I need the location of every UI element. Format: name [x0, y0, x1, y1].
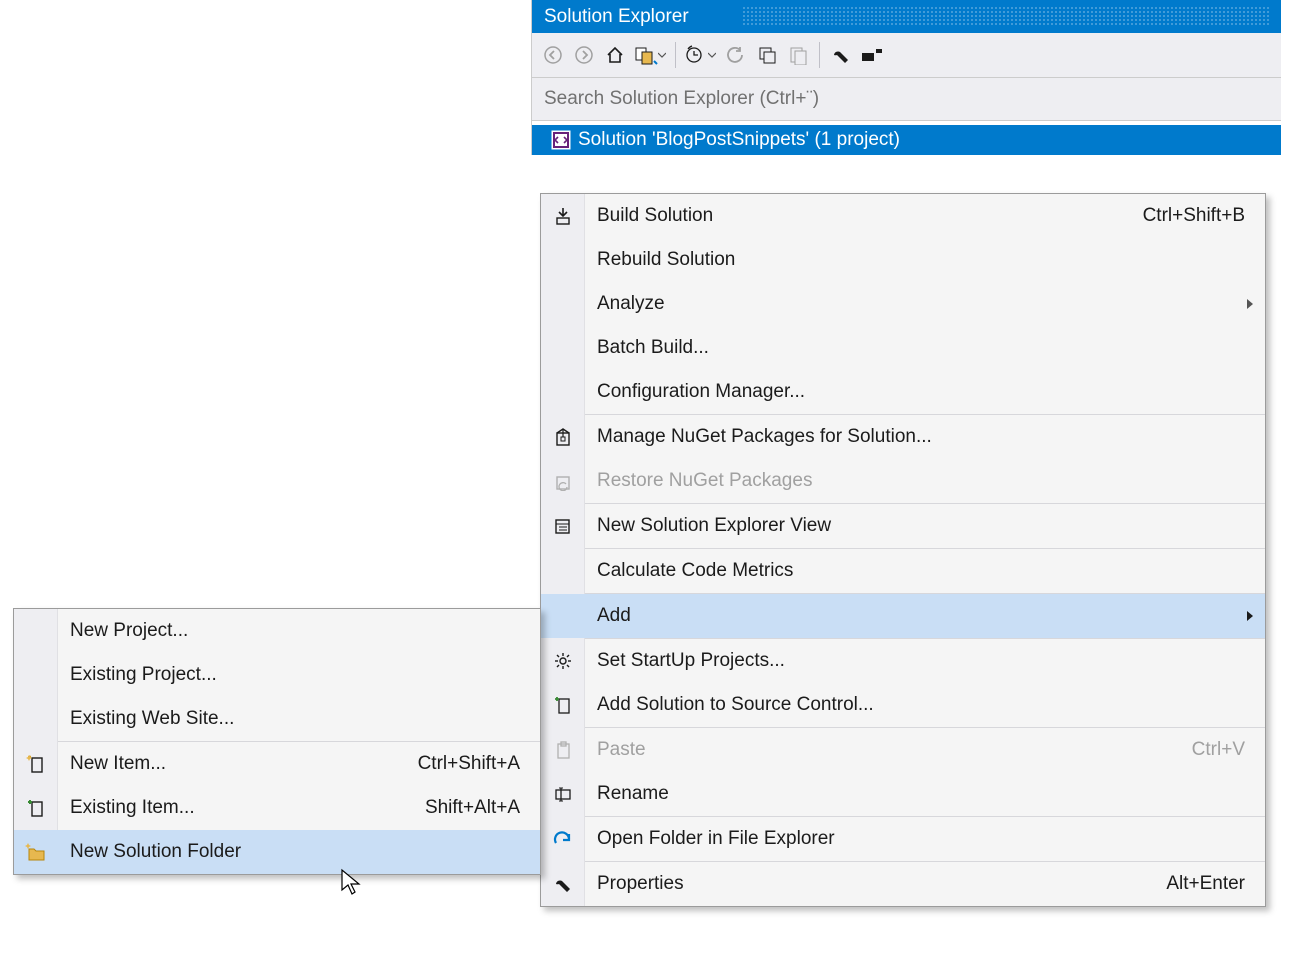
- menu-item-shortcut: Ctrl+Shift+A: [418, 753, 520, 775]
- solution-label: Solution 'BlogPostSnippets' (1 project): [578, 129, 900, 151]
- menu-item-shortcut: Ctrl+Shift+B: [1143, 205, 1245, 227]
- menu-item-label: New Project...: [70, 620, 520, 642]
- search-box[interactable]: Search Solution Explorer (Ctrl+¨): [532, 78, 1281, 121]
- open-folder-icon: [541, 817, 585, 861]
- menu-item-add-solution-to-source-control[interactable]: Add Solution to Source Control...: [541, 683, 1265, 727]
- menu-item-label: Paste: [597, 739, 1192, 761]
- gear-icon: [541, 639, 585, 683]
- menu-item-restore-nuget-packages: Restore NuGet Packages: [541, 459, 1265, 503]
- panel-title-bar[interactable]: Solution Explorer: [532, 0, 1281, 33]
- menu-item-new-item[interactable]: New Item...Ctrl+Shift+A: [14, 742, 540, 786]
- show-all-files-icon[interactable]: [783, 40, 813, 70]
- menu-item-label: Build Solution: [597, 205, 1143, 227]
- preview-icon[interactable]: [857, 40, 887, 70]
- solution-tree: Solution 'BlogPostSnippets' (1 project): [532, 121, 1281, 155]
- menu-item-rename[interactable]: Rename: [541, 772, 1265, 816]
- menu-item-label: Restore NuGet Packages: [597, 470, 1245, 492]
- menu-item-calculate-code-metrics[interactable]: Calculate Code Metrics: [541, 549, 1265, 593]
- toolbar-separator: [675, 42, 676, 68]
- properties-icon[interactable]: [826, 40, 856, 70]
- menu-item-rebuild-solution[interactable]: Rebuild Solution: [541, 238, 1265, 282]
- menu-item-open-folder-in-file-explorer[interactable]: Open Folder in File Explorer: [541, 817, 1265, 861]
- toolbar-separator: [819, 42, 820, 68]
- menu-item-shortcut: Ctrl+V: [1192, 739, 1245, 761]
- solution-explorer-panel: Solution Explorer: [531, 0, 1281, 155]
- menu-item-batch-build[interactable]: Batch Build...: [541, 326, 1265, 370]
- wrench-icon: [541, 862, 585, 906]
- menu-item-label: Calculate Code Metrics: [597, 560, 1245, 582]
- menu-item-label: New Solution Explorer View: [597, 515, 1245, 537]
- solution-node[interactable]: Solution 'BlogPostSnippets' (1 project): [532, 125, 1281, 155]
- menu-item-manage-nuget-packages-for-solution[interactable]: Manage NuGet Packages for Solution...: [541, 415, 1265, 459]
- menu-item-analyze[interactable]: Analyze: [541, 282, 1265, 326]
- menu-item-label: Add Solution to Source Control...: [597, 694, 1245, 716]
- menu-item-new-solution-explorer-view[interactable]: New Solution Explorer View: [541, 504, 1265, 548]
- menu-item-shortcut: Shift+Alt+A: [425, 797, 520, 819]
- new-view-icon: [541, 504, 585, 548]
- add-source-control-icon: [541, 683, 585, 727]
- menu-item-label: Rebuild Solution: [597, 249, 1245, 271]
- solution-icon: [550, 129, 572, 151]
- menu-item-label: Analyze: [597, 293, 1245, 315]
- forward-icon[interactable]: [569, 40, 599, 70]
- panel-title: Solution Explorer: [544, 6, 689, 27]
- pending-changes-icon[interactable]: [682, 40, 720, 70]
- panel-grip: [742, 6, 1271, 27]
- menu-item-label: New Solution Folder: [70, 841, 520, 863]
- menu-item-label: Set StartUp Projects...: [597, 650, 1245, 672]
- collapse-all-icon[interactable]: [752, 40, 782, 70]
- sync-views-icon[interactable]: [631, 40, 669, 70]
- menu-item-existing-project[interactable]: Existing Project...: [14, 653, 540, 697]
- menu-item-set-startup-projects[interactable]: Set StartUp Projects...: [541, 639, 1265, 683]
- existing-item-icon: [14, 786, 58, 830]
- build-icon: [541, 194, 585, 238]
- search-placeholder: Search Solution Explorer (Ctrl+¨): [544, 88, 819, 110]
- cursor-icon: [340, 868, 362, 896]
- new-folder-icon: [14, 830, 58, 874]
- home-icon[interactable]: [600, 40, 630, 70]
- add-submenu: New Project... Existing Project... Existin…: [13, 608, 541, 875]
- rename-icon: [541, 772, 585, 816]
- menu-item-label: Manage NuGet Packages for Solution...: [597, 426, 1245, 448]
- menu-item-label: Existing Project...: [70, 664, 520, 686]
- nuget-restore-icon: [541, 459, 585, 503]
- menu-item-label: Open Folder in File Explorer: [597, 828, 1245, 850]
- menu-item-label: Configuration Manager...: [597, 381, 1245, 403]
- menu-item-existing-item[interactable]: Existing Item...Shift+Alt+A: [14, 786, 540, 830]
- toolbar: [532, 33, 1281, 78]
- menu-item-configuration-manager[interactable]: Configuration Manager...: [541, 370, 1265, 414]
- back-icon[interactable]: [538, 40, 568, 70]
- menu-item-label: New Item...: [70, 753, 418, 775]
- refresh-icon[interactable]: [721, 40, 751, 70]
- menu-item-properties[interactable]: PropertiesAlt+Enter: [541, 862, 1265, 906]
- nuget-icon: [541, 415, 585, 459]
- menu-item-label: Add: [597, 605, 1245, 627]
- menu-item-shortcut: Alt+Enter: [1166, 873, 1245, 895]
- chevron-right-icon: [1247, 611, 1253, 621]
- menu-item-add[interactable]: Add: [541, 594, 1265, 638]
- menu-item-label: Batch Build...: [597, 337, 1245, 359]
- paste-icon: [541, 728, 585, 772]
- menu-item-new-project[interactable]: New Project...: [14, 609, 540, 653]
- menu-item-label: Existing Web Site...: [70, 708, 520, 730]
- menu-item-label: Properties: [597, 873, 1166, 895]
- chevron-right-icon: [1247, 299, 1253, 309]
- menu-item-paste: PasteCtrl+V: [541, 728, 1265, 772]
- menu-item-label: Rename: [597, 783, 1245, 805]
- menu-item-label: Existing Item...: [70, 797, 425, 819]
- menu-item-existing-web-site[interactable]: Existing Web Site...: [14, 697, 540, 741]
- menu-item-build-solution[interactable]: Build SolutionCtrl+Shift+B: [541, 194, 1265, 238]
- new-item-icon: [14, 742, 58, 786]
- menu-item-new-solution-folder[interactable]: New Solution Folder: [14, 830, 540, 874]
- context-menu: Build SolutionCtrl+Shift+B Rebuild Soluti…: [540, 193, 1266, 907]
